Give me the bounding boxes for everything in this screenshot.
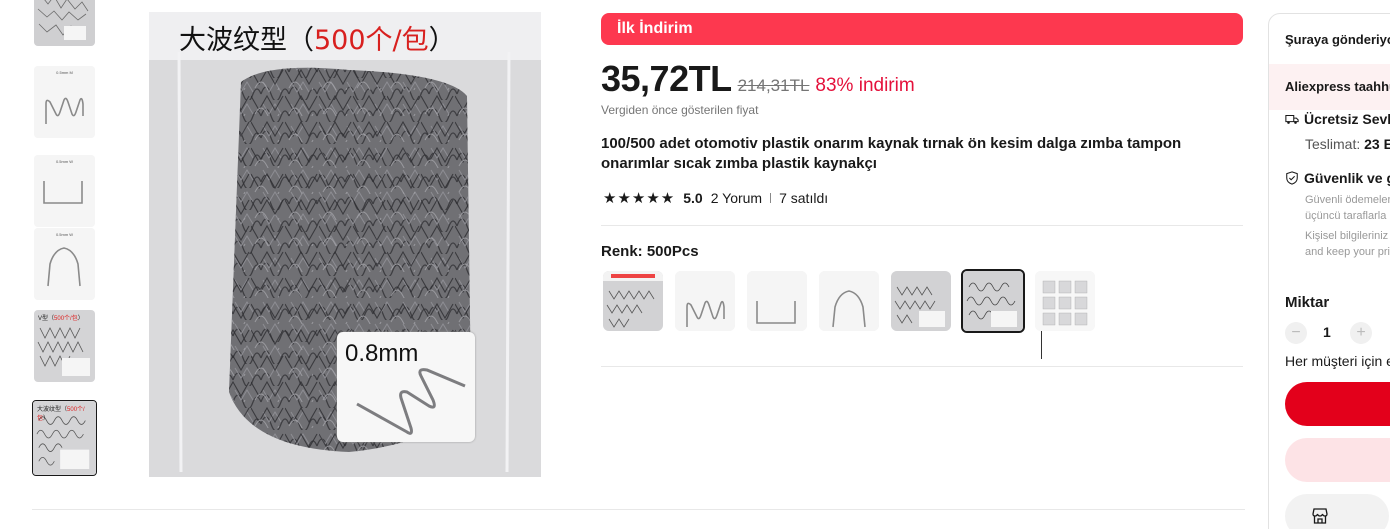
main-image-caption: 大波纹型（500个/包）: [179, 18, 456, 57]
thumbnail-3[interactable]: 0.5mm W: [34, 155, 95, 227]
swatch-3-image: [747, 271, 807, 331]
thumbnail-4-caption: 0.5mm W: [55, 232, 74, 237]
free-shipping-row: Ücretsiz Sevkiyat: [1285, 111, 1390, 127]
thumbnail-1[interactable]: [34, 0, 95, 46]
free-shipping-label: Ücretsiz Sevkiyat: [1304, 111, 1390, 127]
thumbnail-4-image: [34, 228, 95, 300]
aliexpress-commitment[interactable]: Aliexpress taahhüdü: [1269, 64, 1390, 110]
divider: [601, 225, 1243, 226]
security-text-4: and keep your privacy: [1305, 246, 1390, 258]
color-swatch-3[interactable]: [747, 271, 807, 331]
ship-to-selector[interactable]: Şuraya gönderiyor: [1285, 32, 1390, 47]
color-swatch-2[interactable]: [675, 271, 735, 331]
store-icon: [1312, 508, 1328, 524]
color-swatch-6-selected[interactable]: [961, 269, 1025, 333]
main-image-caption-close: ）: [428, 25, 456, 56]
color-swatch-1[interactable]: [603, 271, 663, 331]
quantity-label: Miktar: [1285, 294, 1330, 311]
swatch-5-image: [891, 271, 951, 331]
swatch-1-image: [603, 271, 663, 331]
purchase-limit-note: Her müşteri için en fazla: [1285, 353, 1390, 369]
quantity-decrease-button[interactable]: −: [1285, 322, 1307, 344]
purchase-panel: Şuraya gönderiyor Aliexpress taahhüdü Üc…: [1268, 13, 1390, 529]
discount-percent: 83% indirim: [815, 75, 915, 96]
thumbnail-4[interactable]: 0.5mm W: [34, 228, 95, 300]
divider: [601, 366, 1243, 367]
thumbnail-6-selected[interactable]: 大波纹型（500个/包）: [32, 400, 97, 476]
delivery-line: Teslimat: 23 Eki: [1305, 136, 1390, 152]
store-button[interactable]: [1285, 494, 1389, 529]
security-label: Güvenlik ve gizlilik: [1304, 170, 1390, 186]
thumbnail-5[interactable]: V型（500个/包）: [34, 310, 95, 382]
rating-row: ★★★★★ 5.0 2 Yorum 7 satıldı: [603, 189, 828, 207]
reviews-link[interactable]: 2 Yorum: [711, 190, 762, 206]
delivery-date: 23 Eki: [1364, 136, 1390, 152]
product-title: 100/500 adet otomotiv plastik onarım kay…: [601, 135, 1182, 172]
color-swatch-4[interactable]: [819, 271, 879, 331]
divider: [32, 509, 1245, 510]
thumbnail-2-caption: 0.5mm M: [56, 70, 73, 75]
current-price: 35,72TL: [601, 58, 732, 99]
swatch-6-image: [963, 271, 1023, 331]
color-swatch-5[interactable]: [891, 271, 951, 331]
rating-value: 5.0: [683, 190, 703, 206]
swatch-4-image: [819, 271, 879, 331]
sold-count: 7 satıldı: [779, 190, 829, 206]
thumbnail-2[interactable]: 0.5mm M: [34, 66, 95, 138]
thumbnail-5-tag: V型（500个/包）: [38, 316, 84, 322]
swatch-7-image: [1035, 271, 1095, 331]
security-text-2: üçüncü taraflarla paylaşılmaz: [1305, 210, 1390, 222]
buy-now-button[interactable]: [1285, 382, 1390, 426]
original-price: 214,31TL: [737, 76, 810, 95]
thumbnail-3-image: [34, 155, 95, 227]
swatch-2-image: [675, 271, 735, 331]
main-image-caption-type: 大波纹型（: [179, 25, 314, 56]
security-text-1: Güvenli ödemeler: Kart bilgileriniz: [1305, 194, 1390, 206]
tax-note: Vergiden önce gösterilen fiyat: [601, 103, 759, 117]
shield-icon: [1286, 171, 1298, 185]
wire-sample-illustration: [356, 368, 466, 435]
tooltip-pointer: [1041, 331, 1042, 359]
first-discount-banner: İlk İndirim: [601, 13, 1243, 45]
quantity-value[interactable]: 1: [1323, 324, 1331, 340]
quantity-increase-button[interactable]: +: [1350, 322, 1372, 344]
thumbnail-3-caption: 0.5mm W: [55, 159, 74, 164]
add-to-cart-button[interactable]: [1285, 438, 1390, 482]
color-label: Renk: 500Pcs: [601, 243, 699, 260]
delivery-prefix: Teslimat:: [1305, 136, 1365, 152]
thumbnail-1-image: [34, 0, 95, 46]
color-swatch-7[interactable]: [1035, 271, 1095, 331]
security-row: Güvenlik ve gizlilik: [1285, 170, 1390, 186]
wire-size-card: 0.8mm: [337, 332, 475, 442]
rating-separator: [770, 193, 772, 203]
thumbnail-6-tag: 大波纹型（500个/包）: [37, 407, 85, 422]
main-product-image[interactable]: 大波纹型（500个/包） 0.8mm: [149, 12, 541, 477]
thumbnail-2-image: [34, 66, 95, 138]
main-image-caption-count: 500个/包: [314, 25, 429, 56]
star-rating-icon: ★★★★★: [603, 190, 676, 207]
security-text-3: Kişisel bilgileriniz güvende: [1305, 230, 1390, 242]
price-row: 35,72TL 214,31TL 83% indirim: [601, 58, 915, 100]
truck-icon: [1285, 114, 1299, 124]
